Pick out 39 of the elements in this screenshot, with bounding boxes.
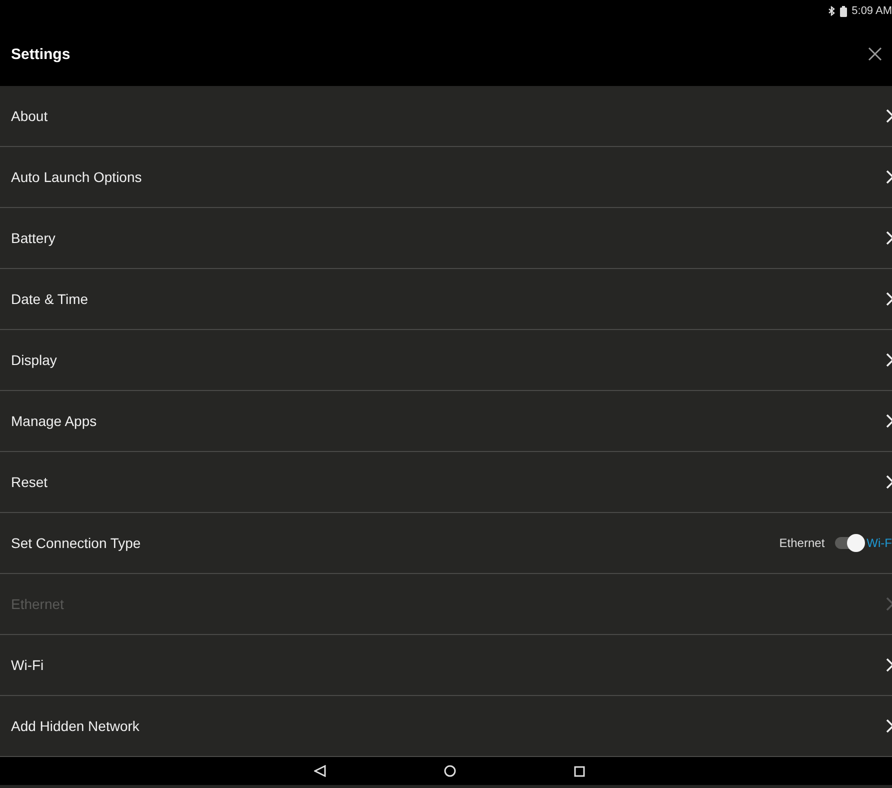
settings-item[interactable]: Date & Time — [0, 269, 892, 330]
status-time: 5:09 AM — [852, 5, 892, 17]
settings-item[interactable]: Wi-Fi — [0, 635, 892, 696]
recents-icon[interactable] — [574, 766, 584, 776]
item-label: Set Connection Type — [11, 535, 141, 551]
item-label: Wi-Fi — [11, 657, 44, 673]
item-label: Auto Launch Options — [11, 169, 142, 185]
settings-item[interactable]: Display — [0, 330, 892, 391]
chevron-icon — [886, 231, 892, 245]
item-label: Reset — [11, 474, 48, 490]
chevron-icon — [886, 353, 892, 367]
settings-item[interactable]: Reset — [0, 452, 892, 513]
item-label: Battery — [11, 230, 56, 246]
home-icon[interactable] — [444, 765, 456, 777]
item-label: Add Hidden Network — [11, 718, 140, 734]
chevron-icon — [886, 170, 892, 184]
item-label: About — [11, 108, 48, 124]
chevron-icon — [886, 292, 892, 306]
chevron-icon — [886, 109, 892, 123]
settings-item[interactable]: About — [0, 86, 892, 147]
settings-item[interactable]: Manage Apps — [0, 391, 892, 452]
settings-item[interactable]: Battery — [0, 208, 892, 269]
toggle-on-label: Wi-F — [866, 536, 892, 550]
chevron-icon — [886, 658, 892, 672]
settings-item[interactable]: Auto Launch Options — [0, 147, 892, 208]
chevron-icon — [886, 475, 892, 489]
page-title: Settings — [11, 46, 70, 62]
connection-toggle[interactable] — [834, 537, 863, 549]
item-label: Manage Apps — [11, 413, 97, 429]
item-label: Date & Time — [11, 291, 88, 307]
chevron-icon — [886, 719, 892, 733]
bluetooth-icon — [828, 6, 835, 16]
toggle-off-label: Ethernet — [779, 536, 825, 550]
close-icon[interactable] — [868, 47, 882, 61]
back-icon[interactable] — [314, 765, 326, 777]
item-label: Display — [11, 352, 57, 368]
chevron-icon — [886, 597, 892, 611]
chevron-icon — [886, 414, 892, 428]
battery-icon — [840, 6, 847, 16]
